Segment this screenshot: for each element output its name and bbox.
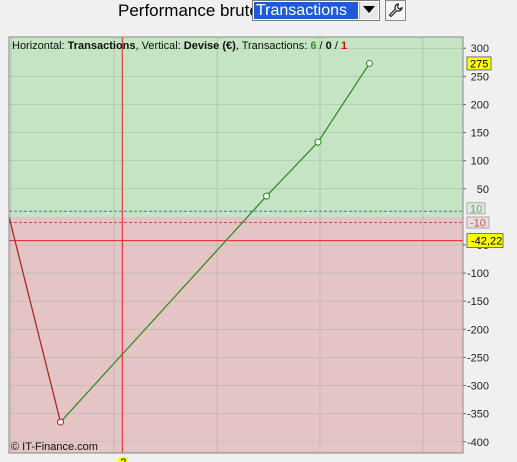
vertical-value: Devise (€)	[184, 40, 236, 52]
data-point	[314, 138, 322, 146]
horizontal-label: Horizontal:	[12, 40, 68, 52]
y-tick-label: 200	[471, 99, 489, 111]
transactions-label: , Transactions:	[236, 40, 311, 52]
y-tick-label: 50	[477, 184, 489, 196]
separator: /	[332, 40, 341, 52]
y-tick-label: -150	[467, 296, 489, 308]
negative-zone	[9, 216, 463, 453]
data-point	[57, 418, 64, 426]
data-point	[263, 192, 270, 200]
copyright-text: © IT-Finance.com	[11, 441, 98, 453]
positive-zone	[9, 37, 463, 217]
x-marker-badge: 2	[118, 457, 128, 462]
upper-band-label: 10	[470, 203, 482, 215]
y-tick-label: 150	[471, 128, 489, 140]
y-tick-label: -100	[467, 268, 489, 280]
y-tick-label: -300	[467, 381, 489, 393]
separator: /	[317, 40, 326, 52]
upper-band-badge: 10	[466, 202, 486, 215]
cursor-value-badge: -42,22	[466, 233, 504, 249]
horizontal-value: Transactions	[68, 40, 136, 52]
y-tick-label: -400	[467, 437, 489, 449]
info-bar: Horizontal: Transactions, Vertical: Devi…	[12, 40, 347, 52]
y-tick-label: 300	[471, 43, 489, 55]
data-point	[366, 59, 373, 67]
losses-count: 1	[341, 40, 347, 52]
performance-chart[interactable]: Horizontal: Transactions, Vertical: Devi…	[0, 0, 517, 462]
lower-band-label: -10	[470, 218, 486, 230]
last-value-badge: 275	[466, 56, 492, 70]
y-tick-label: -250	[467, 352, 489, 364]
y-tick-label: 250	[471, 71, 489, 83]
y-tick-label: 100	[471, 156, 489, 168]
y-tick-label: -200	[467, 324, 489, 336]
last-value-label: 275	[470, 58, 488, 70]
plot-area	[8, 36, 464, 454]
y-tick-label: -350	[467, 409, 489, 421]
lower-band-badge: -10	[466, 216, 490, 230]
x-marker-label: 2	[120, 457, 126, 462]
cursor-value-label: -42,22	[471, 236, 502, 248]
vertical-label: , Vertical:	[136, 40, 184, 52]
